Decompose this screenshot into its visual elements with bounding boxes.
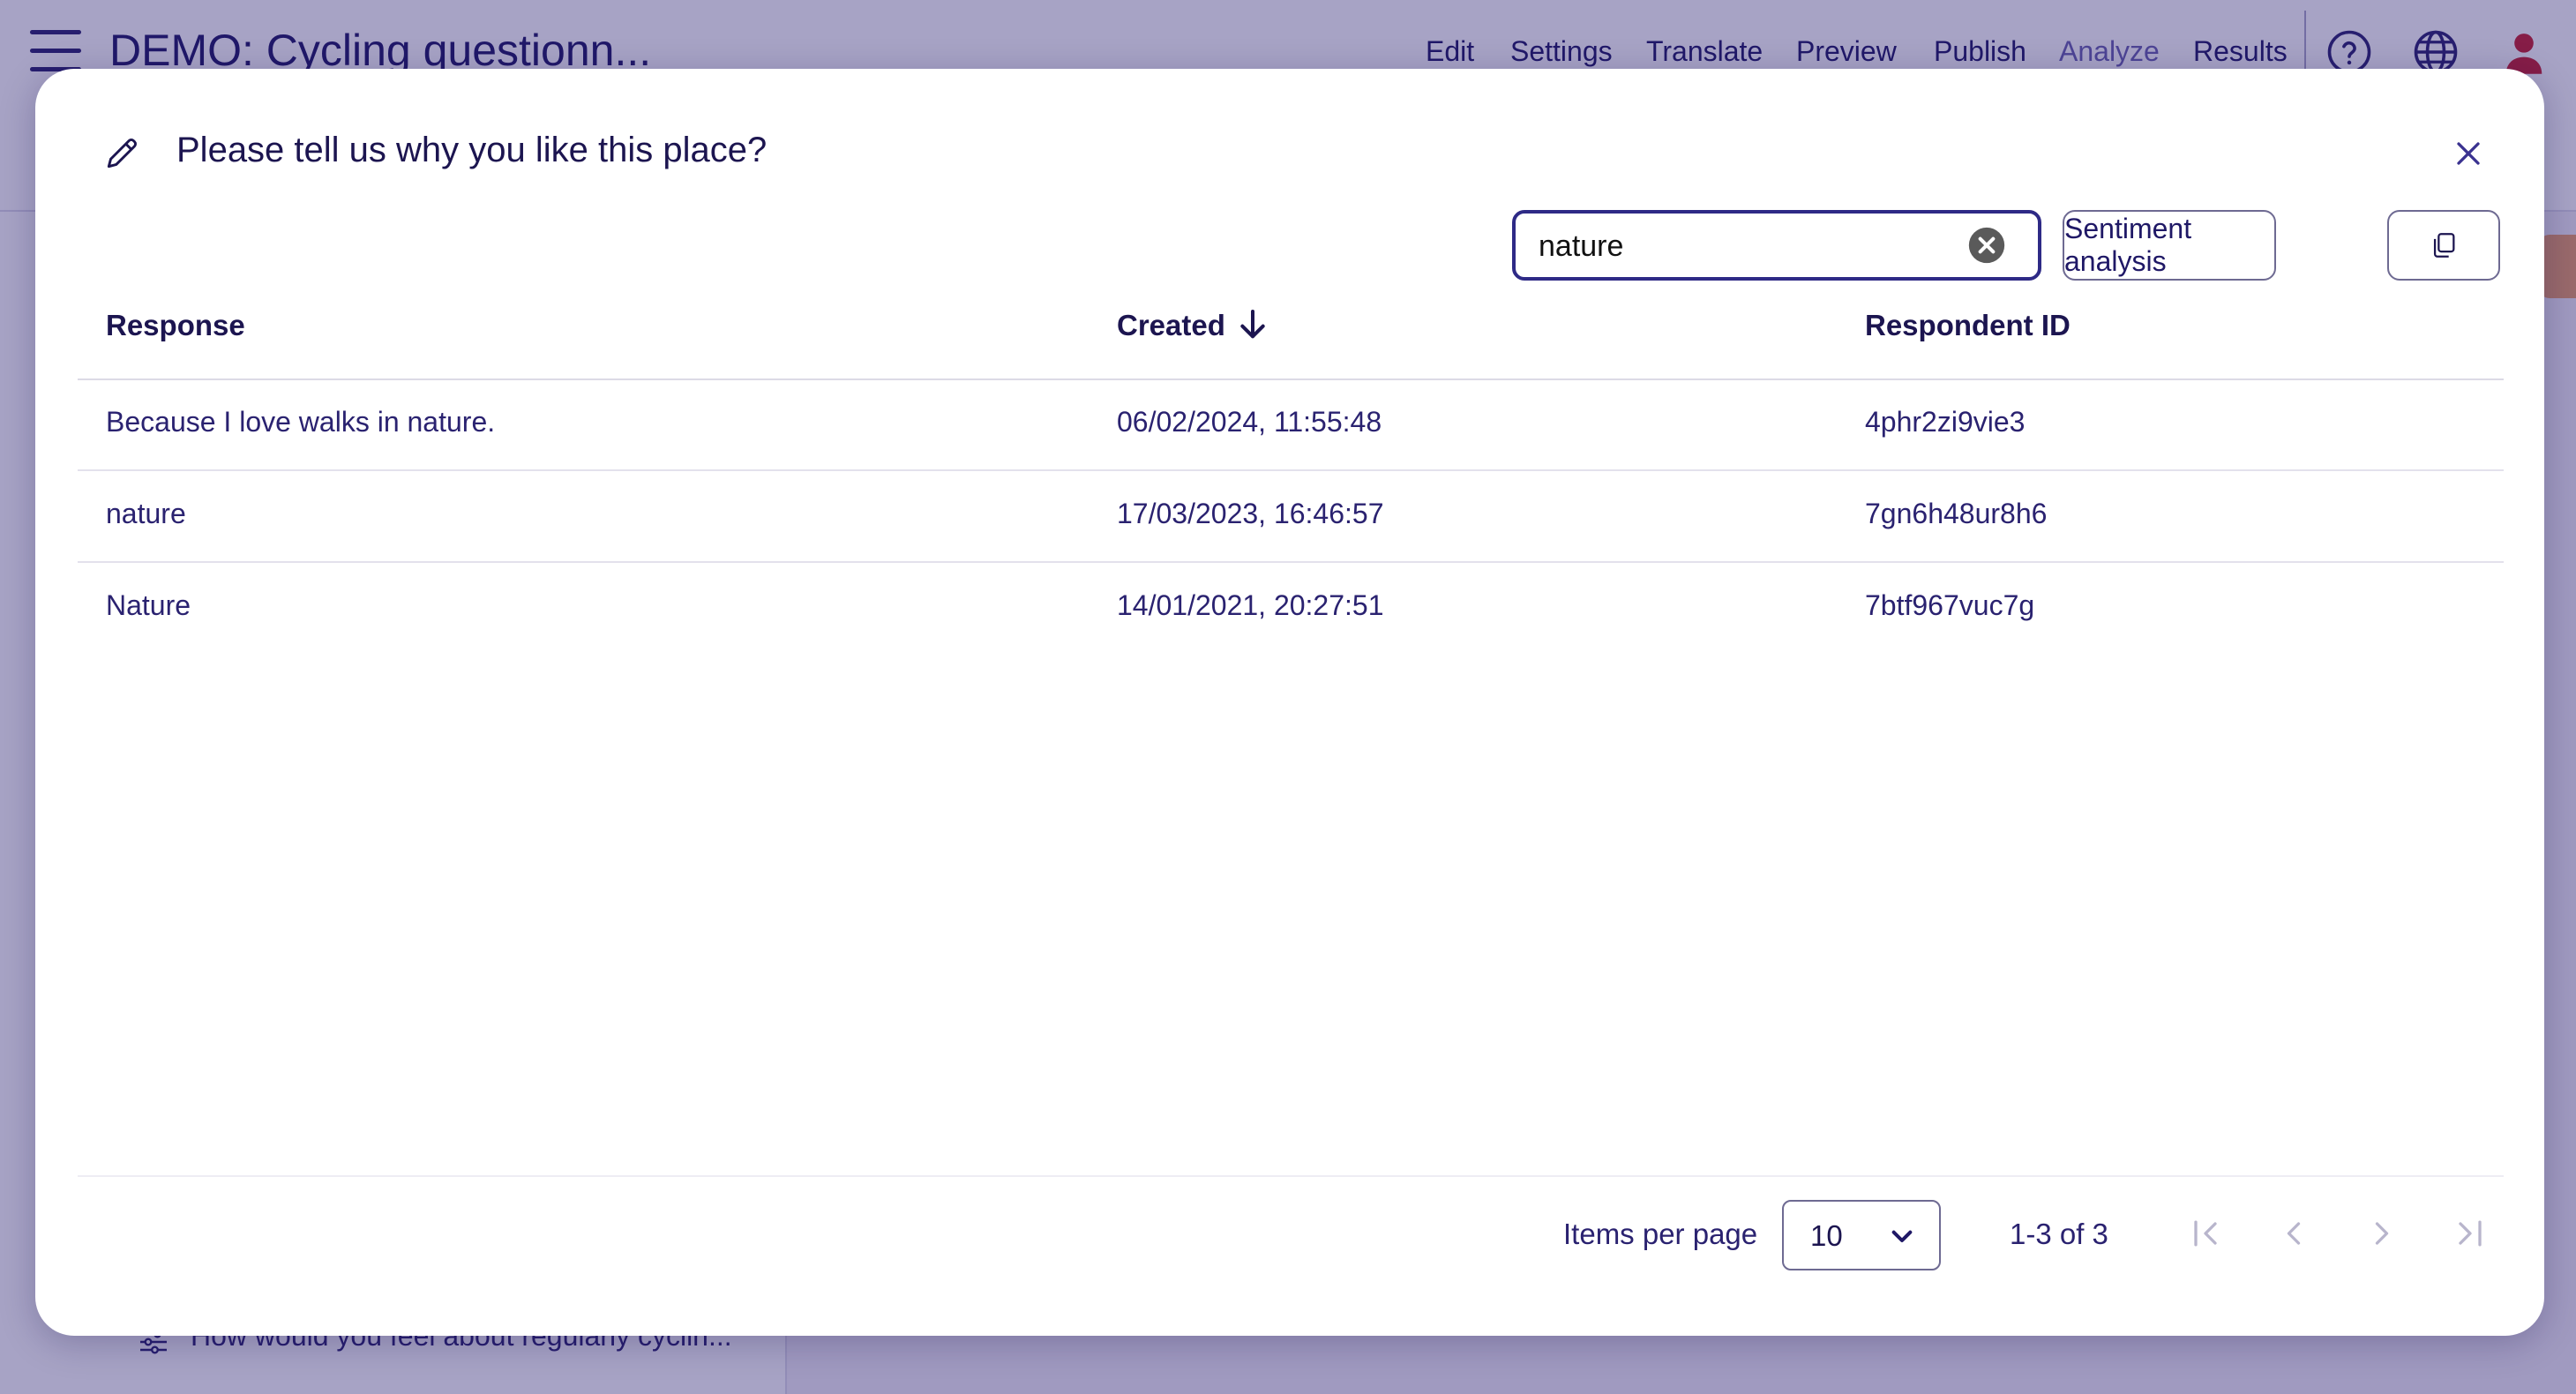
next-page-icon[interactable] xyxy=(2363,1214,2401,1253)
pagination-range: 1-3 of 3 xyxy=(2010,1218,2108,1250)
table-row[interactable]: Because I love walks in nature. 06/02/20… xyxy=(78,379,2504,471)
clear-icon[interactable] xyxy=(1967,226,2006,265)
column-header-created[interactable]: Created xyxy=(1117,309,1225,342)
cell-respondent-id: 4phr2zi9vie3 xyxy=(1865,406,2026,438)
sort-down-icon[interactable] xyxy=(1235,307,1270,342)
copy-button[interactable] xyxy=(2387,210,2500,281)
dialog-title: Please tell us why you like this place? xyxy=(176,131,768,169)
items-per-page-value: 10 xyxy=(1810,1219,1843,1252)
items-per-page-select[interactable]: 10 xyxy=(1782,1200,1941,1270)
prev-page-icon[interactable] xyxy=(2274,1214,2313,1253)
table-row[interactable]: nature 17/03/2023, 16:46:57 7gn6h48ur8h6 xyxy=(78,471,2504,563)
cell-response: Because I love walks in nature. xyxy=(106,406,496,438)
pencil-icon[interactable] xyxy=(102,134,141,173)
cell-created: 14/01/2021, 20:27:51 xyxy=(1117,589,1384,621)
cell-created: 17/03/2023, 16:46:57 xyxy=(1117,498,1384,529)
copy-icon xyxy=(2433,233,2455,258)
search-input[interactable] xyxy=(1539,228,1953,265)
cell-respondent-id: 7btf967vuc7g xyxy=(1865,589,2035,621)
last-page-icon[interactable] xyxy=(2451,1214,2490,1253)
search-field[interactable] xyxy=(1512,210,2041,281)
cell-response: Nature xyxy=(106,589,191,621)
cell-created: 06/02/2024, 11:55:48 xyxy=(1117,406,1382,438)
chevron-down-icon xyxy=(1891,1230,1913,1242)
table-row[interactable]: Nature 14/01/2021, 20:27:51 7btf967vuc7g xyxy=(78,563,2504,655)
footer-divider xyxy=(78,1175,2504,1177)
first-page-icon[interactable] xyxy=(2186,1214,2225,1253)
column-header-response[interactable]: Response xyxy=(106,309,245,342)
close-icon[interactable] xyxy=(2449,134,2488,173)
column-header-respondent-id[interactable]: Respondent ID xyxy=(1865,309,2071,342)
sentiment-analysis-button[interactable]: Sentiment analysis xyxy=(2063,210,2276,281)
cell-respondent-id: 7gn6h48ur8h6 xyxy=(1865,498,2048,529)
cell-response: nature xyxy=(106,498,186,529)
items-per-page-label: Items per page xyxy=(1563,1218,1758,1250)
responses-dialog: Please tell us why you like this place? … xyxy=(35,69,2544,1336)
